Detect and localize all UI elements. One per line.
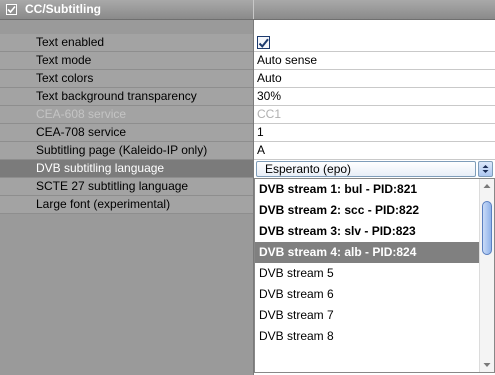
- section-title: CC/Subtitling: [25, 2, 101, 16]
- checkmark-icon: [258, 38, 269, 48]
- collapse-checkbox-icon[interactable]: [6, 4, 17, 15]
- row-text-bg-transparency: Text background transparency 30%: [0, 88, 495, 106]
- cea708-field[interactable]: 1: [254, 124, 495, 142]
- scte27-language-label: SCTE 27 subtitling language: [0, 178, 253, 196]
- text-colors-field[interactable]: Auto: [254, 70, 495, 88]
- dvb-language-label: DVB subtitling language: [0, 160, 253, 178]
- cea708-label: CEA-708 service: [0, 124, 253, 142]
- dvb-language-dropdown[interactable]: Esperanto (epo): [254, 160, 495, 178]
- dropdown-option[interactable]: DVB stream 1: bul - PID:821: [255, 179, 479, 200]
- cea608-field: CC1: [254, 106, 495, 124]
- text-mode-field[interactable]: Auto sense: [254, 52, 495, 70]
- dropdown-option-highlighted[interactable]: DVB stream 4: alb - PID:824: [255, 242, 479, 263]
- cea608-label: CEA-608 service: [0, 106, 253, 124]
- dropdown-option[interactable]: DVB stream 5: [255, 263, 479, 284]
- dropdown-option[interactable]: DVB stream 6: [255, 284, 479, 305]
- text-bg-transparency-label: Text background transparency: [0, 88, 253, 106]
- scroll-up-arrow-icon[interactable]: [480, 179, 494, 193]
- row-text-colors: Text colors Auto: [0, 70, 495, 88]
- updown-arrow-icon: [482, 165, 489, 173]
- text-enabled-value: [254, 34, 495, 52]
- row-text-enabled: Text enabled: [0, 34, 495, 52]
- row-text-mode: Text mode Auto sense: [0, 52, 495, 70]
- text-mode-label: Text mode: [0, 52, 253, 70]
- text-enabled-label: Text enabled: [0, 34, 253, 52]
- scroll-thumb[interactable]: [482, 201, 492, 255]
- dropdown-option[interactable]: DVB stream 2: scc - PID:822: [255, 200, 479, 221]
- scroll-down-arrow-icon[interactable]: [480, 358, 494, 372]
- subtitling-page-label: Subtitling page (Kaleido-IP only): [0, 142, 253, 160]
- section-header[interactable]: CC/Subtitling: [0, 0, 495, 20]
- row-cea708: CEA-708 service 1: [0, 124, 495, 142]
- dropdown-option[interactable]: DVB stream 8: [255, 326, 479, 347]
- dropdown-toggle-button[interactable]: [478, 161, 493, 177]
- dropdown-option[interactable]: DVB stream 7: [255, 305, 479, 326]
- dropdown-option[interactable]: DVB stream 3: slv - PID:823: [255, 221, 479, 242]
- options-scrollbar[interactable]: [479, 179, 494, 372]
- text-enabled-checkbox[interactable]: [257, 36, 270, 49]
- subtitling-page-field[interactable]: A: [254, 142, 495, 160]
- dvb-language-options-list[interactable]: DVB stream 1: bul - PID:821 DVB stream 2…: [254, 178, 495, 373]
- text-bg-transparency-field[interactable]: 30%: [254, 88, 495, 106]
- dvb-language-select[interactable]: Esperanto (epo): [256, 161, 476, 177]
- large-font-label: Large font (experimental): [0, 196, 253, 214]
- header-divider: [253, 0, 254, 19]
- text-colors-label: Text colors: [0, 70, 253, 88]
- row-cea608: CEA-608 service CC1: [0, 106, 495, 124]
- row-subtitling-page: Subtitling page (Kaleido-IP only) A: [0, 142, 495, 160]
